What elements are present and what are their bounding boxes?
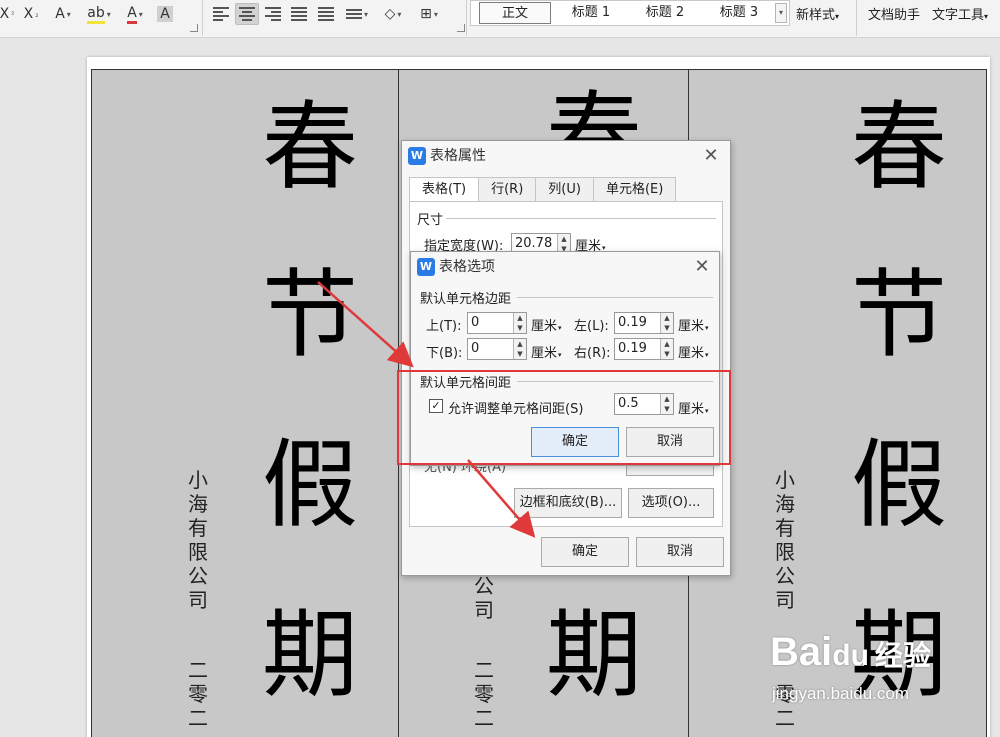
- right-margin-value: 0.19: [618, 341, 647, 356]
- vertical-date-text: 二零二: [188, 658, 208, 730]
- tab-cell[interactable]: 单元格(E): [592, 177, 677, 202]
- left-margin-value: 0.19: [618, 315, 647, 330]
- couplet-char: 假: [851, 429, 947, 541]
- vertical-company-text: 公司: [474, 574, 494, 622]
- dialog-title: 表格选项: [439, 259, 495, 275]
- watermark-url: jingyan.baidu.com: [772, 684, 910, 703]
- borders-shading-button[interactable]: 边框和底纹(B)...: [514, 488, 622, 518]
- bottom-margin-label: 下(B):: [426, 346, 463, 361]
- ribbon-toolbar: X² X₂ A ▾ ab ▾ A ▾ A ▾ ◇ ▾ ⊞ ▾ 正文 标题 1 标题 2 标…: [0, 0, 1000, 38]
- left-margin-unit[interactable]: 厘米▾: [678, 315, 709, 334]
- style-gallery: 正文 标题 1 标题 2 标题 3 ▾: [470, 0, 790, 26]
- toolbar-separator: [856, 0, 857, 36]
- paragraph-group-expand-icon[interactable]: [457, 24, 465, 32]
- close-icon[interactable]: ✕: [691, 254, 713, 280]
- top-margin-unit[interactable]: 厘米▾: [531, 315, 562, 334]
- watermark-brand: Baidu 经验: [770, 630, 931, 674]
- stepper-arrows-icon[interactable]: ▲ ▼: [660, 313, 673, 333]
- bottom-margin-value: 0: [471, 341, 480, 356]
- superscript-button[interactable]: X²: [0, 3, 18, 25]
- char-shading-button[interactable]: A: [154, 3, 176, 25]
- right-margin-stepper[interactable]: 0.19 ▲ ▼: [614, 338, 674, 360]
- toolbar-separator: [202, 0, 203, 36]
- left-margin-label: 左(L):: [574, 319, 609, 334]
- subscript-button[interactable]: X₂: [20, 3, 42, 25]
- couplet-char: 春: [851, 91, 947, 203]
- options-button[interactable]: 选项(O)...: [628, 488, 714, 518]
- justify-icon[interactable]: [288, 3, 310, 25]
- style-heading-1[interactable]: 标题 1: [555, 2, 627, 24]
- section-divider: [517, 297, 713, 298]
- vertical-company-text: 小海有限公司: [775, 468, 795, 612]
- vertical-date-text: 二零二: [474, 658, 494, 730]
- top-margin-stepper[interactable]: 0 ▲ ▼: [467, 312, 527, 334]
- top-margin-label: 上(T):: [426, 319, 462, 334]
- table-cell[interactable]: 春 节 假 期 小海有限公司 二零二: [92, 70, 399, 737]
- close-icon[interactable]: ✕: [700, 143, 722, 169]
- toolbar-separator: [466, 0, 467, 36]
- tab-row[interactable]: 行(R): [478, 177, 537, 202]
- section-divider: [446, 218, 716, 219]
- stepper-arrows-icon[interactable]: ▲ ▼: [660, 339, 673, 359]
- style-heading-3[interactable]: 标题 3: [703, 2, 775, 24]
- tab-bar: 表格(T) 行(R) 列(U) 单元格(E): [409, 177, 677, 203]
- style-heading-2[interactable]: 标题 2: [629, 2, 701, 24]
- tab-table[interactable]: 表格(T): [409, 177, 480, 203]
- stepper-arrows-icon[interactable]: ▲ ▼: [513, 339, 526, 359]
- align-right-icon[interactable]: [262, 3, 284, 25]
- couplet-char: 节: [262, 259, 358, 371]
- couplet-char: 期: [262, 599, 358, 711]
- left-margin-stepper[interactable]: 0.19 ▲ ▼: [614, 312, 674, 334]
- annotation-highlight-box: [397, 370, 731, 465]
- baidu-jingyan-watermark: Baidu 经验 jingyan.baidu.com: [770, 630, 1000, 720]
- top-margin-value: 0: [471, 315, 480, 330]
- tab-column[interactable]: 列(U): [535, 177, 594, 202]
- margins-section-label: 默认单元格边距: [420, 292, 512, 307]
- ok-button[interactable]: 确定: [541, 537, 629, 567]
- stepper-arrows-icon[interactable]: ▲ ▼: [513, 313, 526, 333]
- right-margin-unit[interactable]: 厘米▾: [678, 342, 709, 361]
- align-center-icon[interactable]: [235, 3, 259, 25]
- vertical-company-text: 小海有限公司: [188, 468, 208, 612]
- cancel-button[interactable]: 取消: [636, 537, 724, 567]
- doc-assistant-button[interactable]: 文档助手: [868, 4, 920, 23]
- font-group-expand-icon[interactable]: [190, 24, 198, 32]
- style-gallery-more-icon[interactable]: ▾: [775, 3, 787, 23]
- couplet-char: 节: [851, 259, 947, 371]
- line-spacing-icon[interactable]: ▾: [342, 3, 372, 25]
- right-margin-label: 右(R):: [574, 346, 611, 361]
- borders-icon[interactable]: ⊞ ▾: [414, 3, 444, 25]
- couplet-char: 期: [546, 599, 642, 711]
- couplet-char: 假: [262, 429, 358, 541]
- size-section-label: 尺寸: [417, 213, 444, 228]
- highlight-color-button[interactable]: ab ▾: [82, 3, 116, 25]
- dialog-title: 表格属性: [430, 148, 486, 164]
- text-tools-button[interactable]: 文字工具▾: [932, 4, 988, 23]
- text-effect-button[interactable]: A ▾: [48, 3, 78, 25]
- new-style-button[interactable]: 新样式▾: [796, 4, 839, 23]
- distributed-align-icon[interactable]: [314, 3, 338, 25]
- align-left-icon[interactable]: [210, 3, 232, 25]
- shading-fill-icon[interactable]: ◇ ▾: [378, 3, 408, 25]
- bottom-margin-stepper[interactable]: 0 ▲ ▼: [467, 338, 527, 360]
- font-color-button[interactable]: A ▾: [120, 3, 150, 25]
- style-normal[interactable]: 正文: [479, 2, 551, 24]
- couplet-char: 春: [262, 91, 358, 203]
- bottom-margin-unit[interactable]: 厘米▾: [531, 342, 562, 361]
